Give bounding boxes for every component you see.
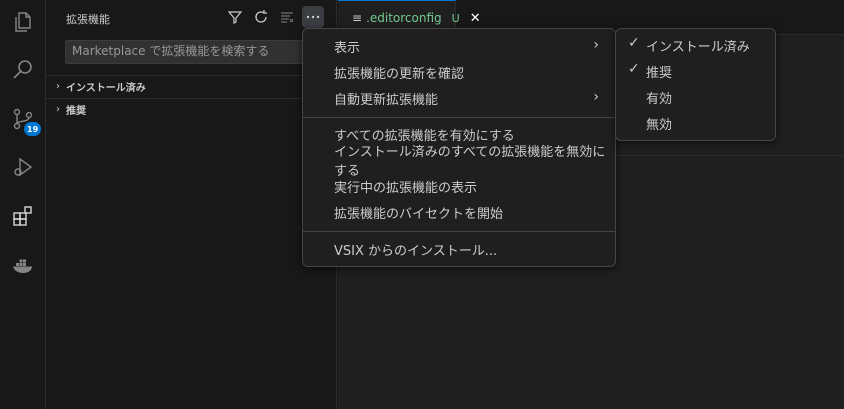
chevron-right-icon: › bbox=[593, 37, 599, 53]
section-recommended-label: 推奨 bbox=[66, 106, 86, 117]
menu-item-label: 表示 bbox=[334, 40, 361, 56]
extensions-icon bbox=[13, 206, 32, 226]
section-installed-label: インストール済み bbox=[66, 83, 146, 94]
submenu-item-enabled[interactable]: 有効 bbox=[620, 84, 771, 110]
submenu-item-installed[interactable]: ✓ インストール済み bbox=[620, 32, 771, 58]
filter-icon bbox=[227, 11, 243, 24]
docker-icon bbox=[13, 259, 32, 273]
extensions-button[interactable] bbox=[0, 194, 46, 238]
more-actions-button[interactable] bbox=[302, 6, 324, 28]
menu-item-label: 拡張機能の更新を確認 bbox=[334, 66, 465, 82]
menu-item-label: VSIX からのインストール... bbox=[334, 243, 498, 259]
sidebar-title: 拡張機能 bbox=[66, 13, 110, 26]
tab-label: .editorconfig bbox=[366, 11, 442, 25]
submenu-item-label: 推奨 bbox=[646, 65, 673, 81]
check-icon: ✓ bbox=[628, 35, 640, 51]
menu-item-show-running[interactable]: 実行中の拡張機能の表示 bbox=[307, 173, 611, 199]
source-control-button[interactable]: 19 bbox=[0, 97, 46, 141]
view-submenu: ✓ インストール済み ✓ 推奨 有効 無効 bbox=[615, 28, 776, 141]
section-installed[interactable]: › インストール済み bbox=[46, 75, 337, 97]
clear-results-button[interactable] bbox=[276, 6, 298, 28]
run-debug-button[interactable] bbox=[0, 145, 46, 189]
submenu-item-recommended[interactable]: ✓ 推奨 bbox=[620, 58, 771, 84]
more-icon bbox=[306, 15, 320, 19]
clear-all-icon bbox=[281, 12, 294, 23]
extensions-sidebar: 拡張機能 › インストール済み › 推奨 bbox=[46, 0, 337, 409]
search-button[interactable] bbox=[0, 48, 46, 92]
menu-item-view[interactable]: 表示 › bbox=[307, 33, 611, 59]
more-actions-menu: 表示 › 拡張機能の更新を確認 自動更新拡張機能 › すべての拡張機能を有効にす… bbox=[302, 28, 616, 267]
menu-item-disable-all[interactable]: インストール済みのすべての拡張機能を無効にする bbox=[307, 145, 611, 179]
submenu-item-label: インストール済み bbox=[646, 39, 750, 55]
sidebar-header: 拡張機能 bbox=[46, 0, 337, 34]
submenu-item-label: 有効 bbox=[646, 91, 673, 107]
menu-separator bbox=[303, 231, 615, 232]
chevron-right-icon: › bbox=[593, 89, 599, 105]
filter-button[interactable] bbox=[224, 6, 246, 28]
refresh-icon bbox=[255, 10, 267, 23]
extension-search-box[interactable] bbox=[65, 40, 325, 64]
activity-bar: 19 bbox=[0, 0, 46, 409]
menu-item-label: 自動更新拡張機能 bbox=[334, 92, 439, 108]
extension-search-input[interactable] bbox=[72, 44, 318, 58]
menu-item-label: 実行中の拡張機能の表示 bbox=[334, 180, 478, 196]
run-debug-icon bbox=[14, 157, 33, 177]
untracked-status: U bbox=[451, 11, 460, 25]
menu-item-check-updates[interactable]: 拡張機能の更新を確認 bbox=[307, 59, 611, 85]
refresh-button[interactable] bbox=[250, 6, 272, 28]
menu-item-label: 拡張機能のバイセクトを開始 bbox=[334, 206, 504, 222]
menu-item-auto-update[interactable]: 自動更新拡張機能 › bbox=[307, 85, 611, 111]
menu-separator bbox=[303, 117, 615, 118]
submenu-item-label: 無効 bbox=[646, 117, 673, 133]
close-icon[interactable]: ✕ bbox=[470, 11, 481, 26]
docker-button[interactable] bbox=[0, 243, 46, 287]
search-icon bbox=[13, 60, 32, 79]
explorer-button[interactable] bbox=[0, 0, 46, 44]
source-control-badge: 19 bbox=[24, 122, 42, 136]
check-icon: ✓ bbox=[628, 61, 640, 77]
menu-item-start-bisect[interactable]: 拡張機能のバイセクトを開始 bbox=[307, 199, 611, 225]
chevron-right-icon: › bbox=[56, 104, 60, 115]
file-lines-icon: ≡ bbox=[352, 11, 363, 25]
section-recommended[interactable]: › 推奨 bbox=[46, 98, 337, 120]
files-icon bbox=[15, 12, 31, 32]
menu-item-install-vsix[interactable]: VSIX からのインストール... bbox=[307, 236, 611, 262]
submenu-item-disabled[interactable]: 無効 bbox=[620, 110, 771, 136]
chevron-right-icon: › bbox=[56, 81, 60, 92]
